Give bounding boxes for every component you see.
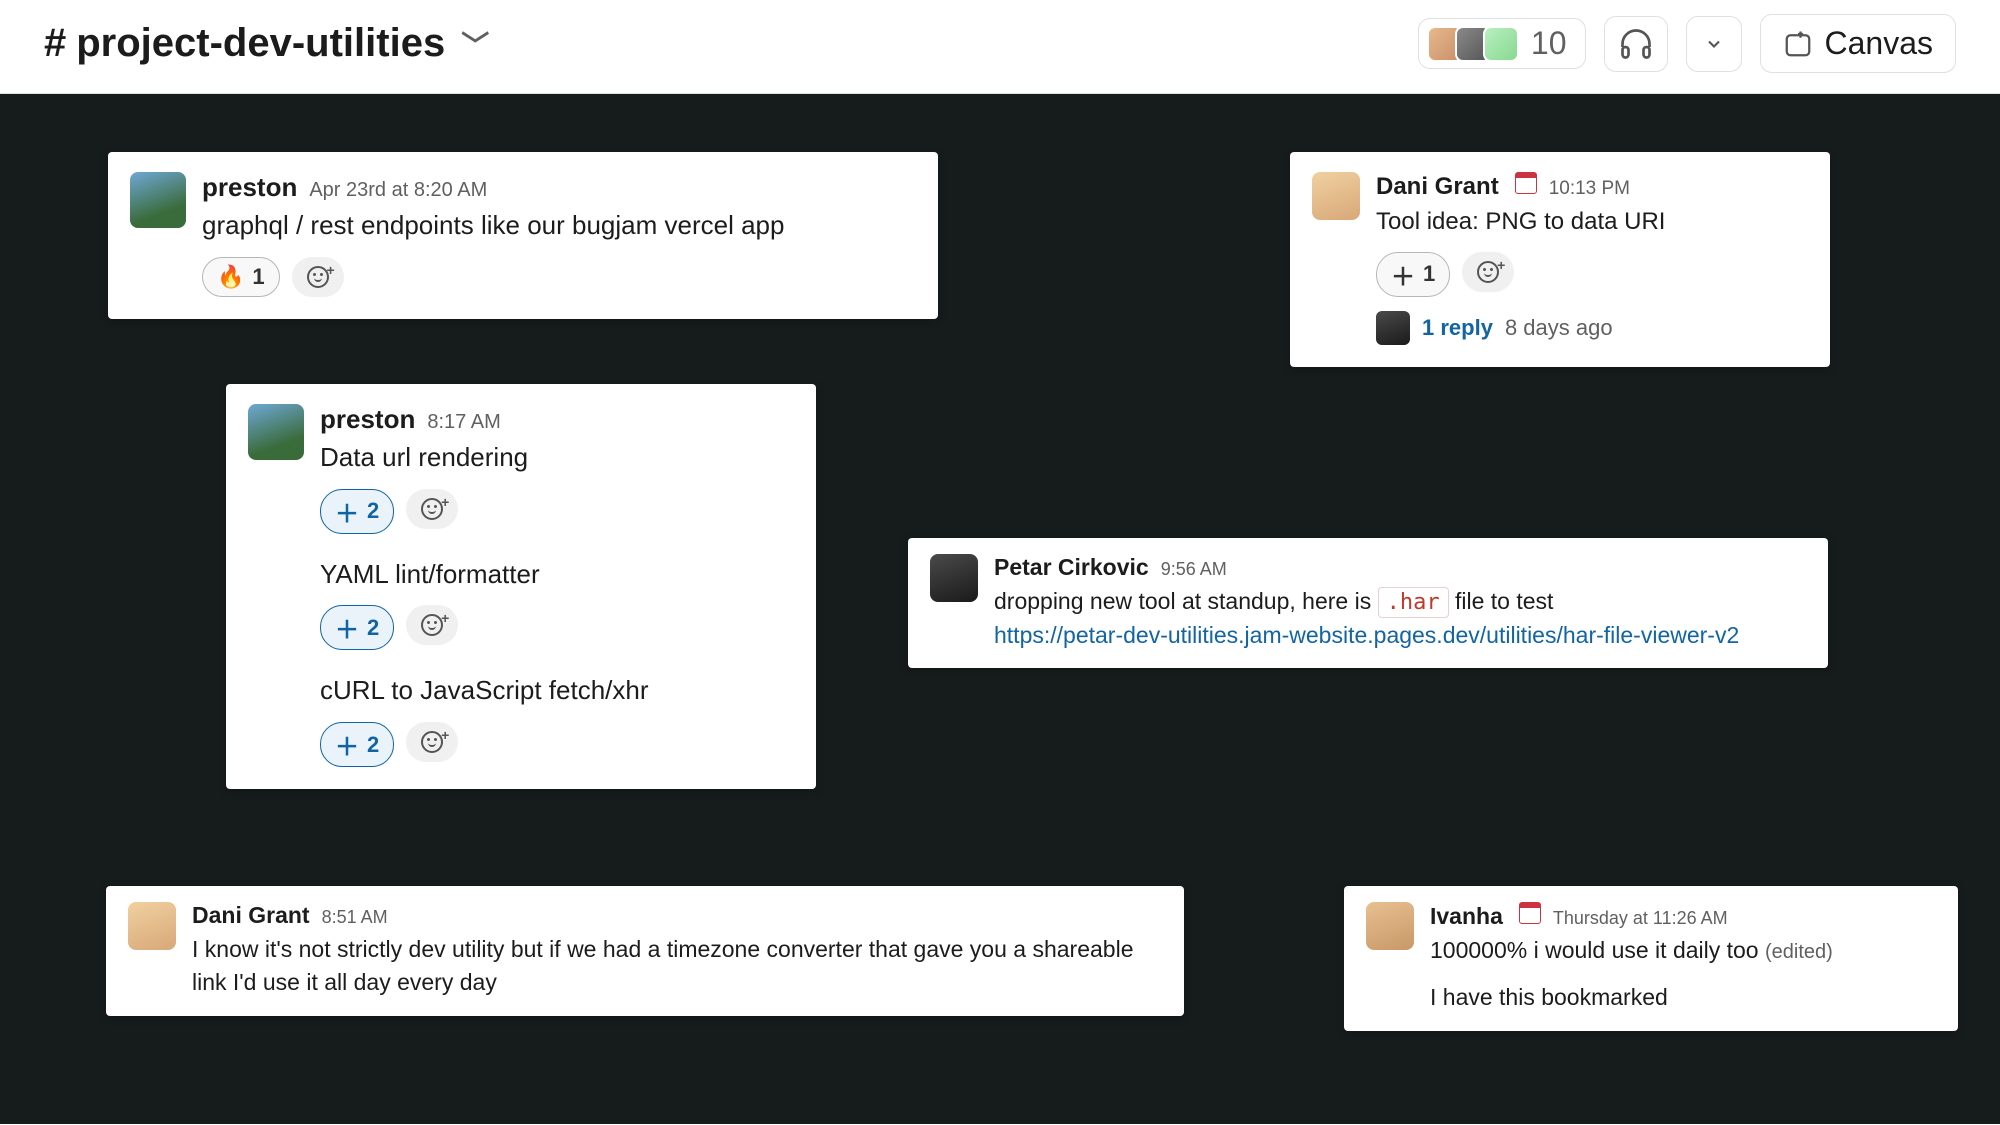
add-reaction-button[interactable]: +	[406, 722, 458, 762]
smile-plus-icon: +	[421, 498, 443, 520]
message-canvas: preston Apr 23rd at 8:20 AM graphql / re…	[0, 94, 2000, 1124]
thread-info[interactable]: 1 reply 8 days ago	[1376, 311, 1804, 345]
canvas-icon	[1783, 29, 1813, 59]
reaction-count: 1	[252, 264, 264, 290]
reaction-count: 2	[367, 615, 379, 641]
message-card: Petar Cirkovic 9:56 AM dropping new tool…	[908, 538, 1828, 668]
avatar[interactable]	[930, 554, 978, 602]
smile-plus-icon: +	[1477, 261, 1499, 283]
avatar[interactable]	[248, 404, 304, 460]
calendar-icon	[1515, 172, 1537, 194]
reply-timestamp: 8 days ago	[1505, 315, 1613, 341]
timestamp[interactable]: 8:17 AM	[427, 411, 500, 434]
reaction-pill[interactable]: ＋2	[320, 605, 394, 650]
message-card: preston 8:17 AM Data url rendering ＋2 + …	[226, 384, 816, 789]
message-text: dropping new tool at standup, here is .h…	[994, 585, 1806, 652]
avatar[interactable]	[1312, 172, 1360, 220]
huddle-button[interactable]	[1604, 16, 1668, 72]
members-button[interactable]: 10	[1418, 18, 1586, 69]
timestamp[interactable]: 8:51 AM	[322, 907, 388, 928]
smile-plus-icon: +	[307, 266, 329, 288]
smile-plus-icon: +	[421, 614, 443, 636]
author-name[interactable]: Dani Grant	[1376, 173, 1499, 201]
avatar	[1483, 26, 1519, 62]
calendar-icon	[1519, 902, 1541, 924]
author-name[interactable]: Dani Grant	[192, 902, 310, 929]
reaction-pill[interactable]: 🔥 1	[202, 257, 280, 297]
message-text: Data url rendering	[320, 439, 790, 477]
headphones-icon	[1618, 26, 1654, 62]
member-avatars	[1427, 26, 1519, 62]
channel-title: project-dev-utilities	[76, 21, 445, 66]
message-text: Tool idea: PNG to data URI	[1376, 205, 1804, 240]
message-link[interactable]: https://petar-dev-utilities.jam-website.…	[994, 622, 1739, 648]
reaction-count: 2	[367, 732, 379, 758]
plus-icon: ＋	[335, 727, 359, 762]
reaction-count: 1	[1423, 261, 1435, 287]
author-name[interactable]: preston	[202, 172, 297, 203]
message-text: 100000% i would use it daily too (edited…	[1430, 934, 1936, 967]
author-name[interactable]: preston	[320, 404, 415, 435]
chevron-down-icon	[1704, 34, 1724, 54]
author-name[interactable]: Petar Cirkovic	[994, 554, 1149, 581]
hash-icon: #	[44, 21, 66, 66]
add-reaction-button[interactable]: +	[1462, 252, 1514, 292]
timestamp[interactable]: Apr 23rd at 8:20 AM	[309, 179, 487, 202]
member-count: 10	[1531, 25, 1567, 62]
message-card: Ivanha Thursday at 11:26 AM 100000% i wo…	[1344, 886, 1958, 1031]
canvas-button[interactable]: Canvas	[1760, 14, 1957, 73]
message-card: Dani Grant 10:13 PM Tool idea: PNG to da…	[1290, 152, 1830, 367]
message-text: graphql / rest endpoints like our bugjam…	[202, 207, 912, 245]
add-reaction-button[interactable]: +	[292, 257, 344, 297]
plus-icon: ＋	[1391, 257, 1415, 292]
message-card: preston Apr 23rd at 8:20 AM graphql / re…	[108, 152, 938, 319]
fire-icon: 🔥	[217, 264, 244, 290]
avatar[interactable]	[130, 172, 186, 228]
timestamp[interactable]: Thursday at 11:26 AM	[1553, 908, 1728, 929]
add-reaction-button[interactable]: +	[406, 489, 458, 529]
reaction-count: 2	[367, 498, 379, 524]
timestamp[interactable]: 10:13 PM	[1549, 178, 1630, 200]
avatar[interactable]	[128, 902, 176, 950]
reply-count[interactable]: 1 reply	[1422, 315, 1493, 341]
channel-name-button[interactable]: # project-dev-utilities ﹀	[44, 21, 489, 66]
chevron-down-icon: ﹀	[461, 24, 489, 64]
reaction-pill[interactable]: ＋2	[320, 722, 394, 767]
plus-icon: ＋	[335, 494, 359, 529]
reaction-pill[interactable]: ＋2	[320, 489, 394, 534]
message-text: I have this bookmarked	[1430, 981, 1936, 1014]
canvas-label: Canvas	[1825, 25, 1934, 62]
reaction-pill[interactable]: ＋1	[1376, 252, 1450, 297]
message-card: Dani Grant 8:51 AM I know it's not stric…	[106, 886, 1184, 1016]
plus-icon: ＋	[335, 610, 359, 645]
avatar	[1376, 311, 1410, 345]
avatar[interactable]	[1366, 902, 1414, 950]
huddle-dropdown-button[interactable]	[1686, 16, 1742, 72]
author-name[interactable]: Ivanha	[1430, 903, 1503, 930]
add-reaction-button[interactable]: +	[406, 605, 458, 645]
header-actions: 10 Canvas	[1418, 14, 1956, 73]
message-text: cURL to JavaScript fetch/xhr	[320, 672, 790, 710]
message-text: YAML lint/formatter	[320, 556, 790, 594]
message-text: I know it's not strictly dev utility but…	[192, 933, 1162, 1000]
edited-label: (edited)	[1765, 941, 1833, 963]
inline-code: .har	[1378, 587, 1449, 618]
channel-header: # project-dev-utilities ﹀ 10 Canvas	[0, 0, 2000, 94]
smile-plus-icon: +	[421, 731, 443, 753]
timestamp[interactable]: 9:56 AM	[1161, 559, 1227, 580]
